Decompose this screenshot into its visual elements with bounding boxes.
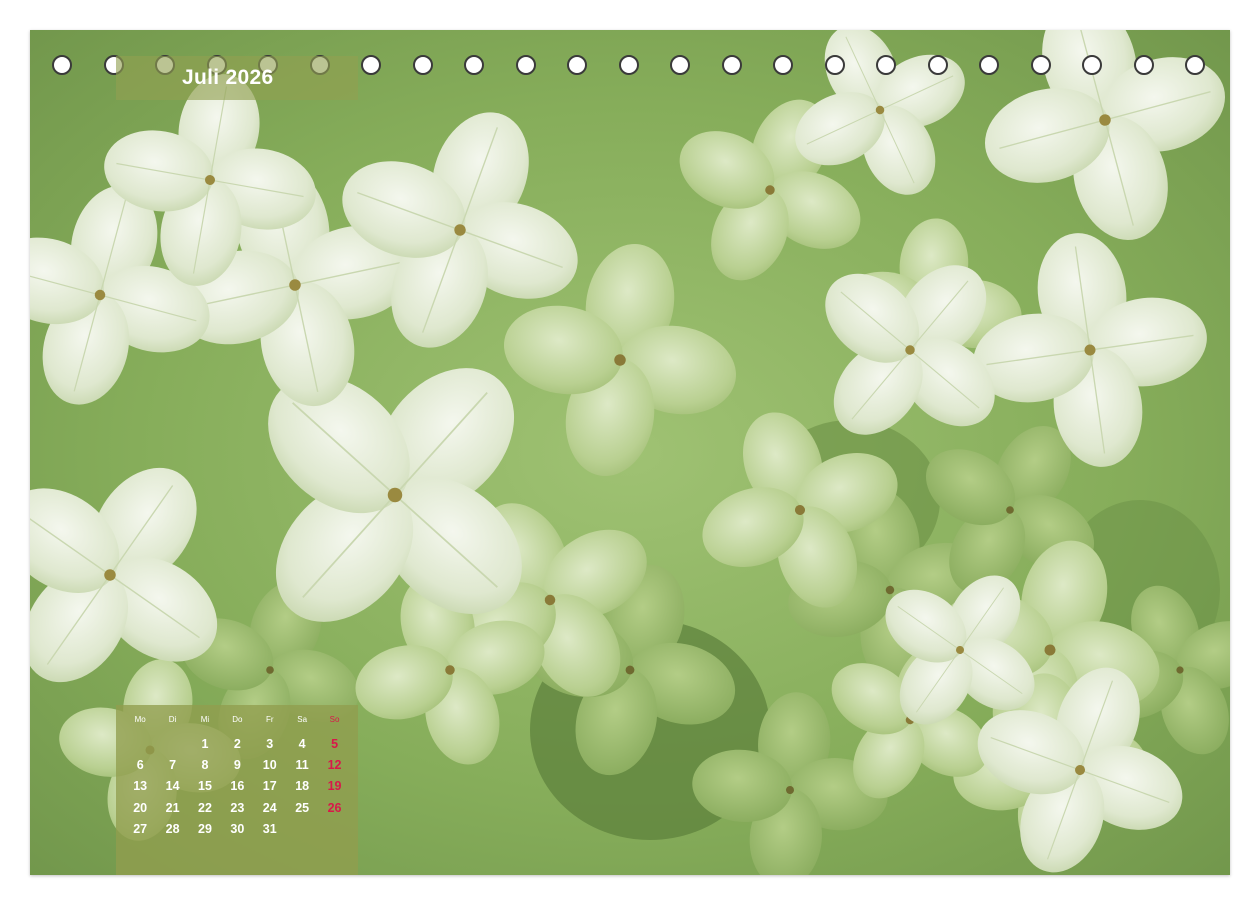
binding-hole [721,55,742,75]
calendar-page: Juli 2026 Mo Di Mi Do Fr Sa So 1 2 3 4 5… [0,0,1260,905]
day-cell: 28 [165,822,180,837]
binding-hole [412,55,433,75]
weekday-header-row: Mo Di Mi Do Fr Sa So [124,715,351,733]
day-cell: 2 [233,736,241,751]
day-cell-sunday: 19 [327,779,342,794]
week-row: 1 2 3 4 5 [124,733,351,754]
day-cell: 13 [133,779,148,794]
day-cell-sunday: 26 [327,800,342,815]
day-cell [286,819,318,840]
binding-hole [361,55,381,75]
binding-hole [464,55,484,75]
day-cell: 9 [233,758,241,773]
day-cell-sunday [318,819,350,840]
binding-hole [979,55,999,75]
day-cell: 22 [198,800,212,815]
day-cell: 1 [201,736,209,751]
binding-hole [1185,55,1205,75]
day-cell: 21 [165,800,180,815]
day-cell: 24 [262,800,277,815]
day-cell-sunday: 12 [327,758,342,773]
day-cell-sunday: 5 [331,736,339,751]
binding-hole [773,55,793,75]
weekday-label-sunday: So [329,715,340,724]
binding-hole [618,55,639,75]
weekday-label: Mo [134,715,146,724]
binding-hole [876,55,896,75]
binding-hole [824,55,845,75]
day-cell: 23 [230,800,245,815]
binding-hole [1082,55,1102,75]
week-row: 20 21 22 23 24 25 26 [124,797,351,818]
day-cell: 15 [198,779,212,794]
weekday-label: Fr [265,715,274,724]
day-cell: 17 [262,779,277,794]
day-cell: 10 [262,758,277,773]
binding-hole [1030,55,1051,75]
binding-hole [52,55,72,75]
day-cell: 8 [201,758,209,773]
weekday-label: Mi [200,715,210,724]
day-cell: 11 [295,758,309,773]
day-cell: 14 [165,779,180,794]
weekday-label: Do [232,715,243,724]
day-cell: 27 [133,822,148,837]
month-title: Juli 2026 [182,66,274,89]
calendar-grid: Mo Di Mi Do Fr Sa So 1 2 3 4 5 6 7 8 9 1… [124,715,351,840]
day-cell: 31 [262,822,277,837]
binding-hole [1133,55,1154,75]
day-cell: 3 [266,736,274,751]
week-row: 6 7 8 9 10 11 12 [124,754,351,775]
day-cell: 6 [136,758,144,773]
day-cell: 18 [295,779,310,794]
binding-hole [670,55,690,75]
day-cell: 29 [198,822,212,837]
day-cell [156,733,188,754]
weekday-label: Di [168,715,177,724]
day-cell: 7 [169,758,177,773]
day-cell: 20 [133,800,148,815]
day-cell [124,733,156,754]
week-row: 27 28 29 30 31 [124,819,351,840]
binding-hole [567,55,587,75]
binding-hole [515,55,536,75]
day-cell: 4 [298,736,306,751]
day-cell: 16 [230,779,245,794]
binding-hole [927,55,948,75]
month-calendar: Mo Di Mi Do Fr Sa So 1 2 3 4 5 6 7 8 9 1… [116,705,358,875]
week-row: 13 14 15 16 17 18 19 [124,776,351,797]
day-cell: 25 [295,800,310,815]
day-cell: 30 [230,822,245,837]
weekday-label: Sa [297,715,308,724]
